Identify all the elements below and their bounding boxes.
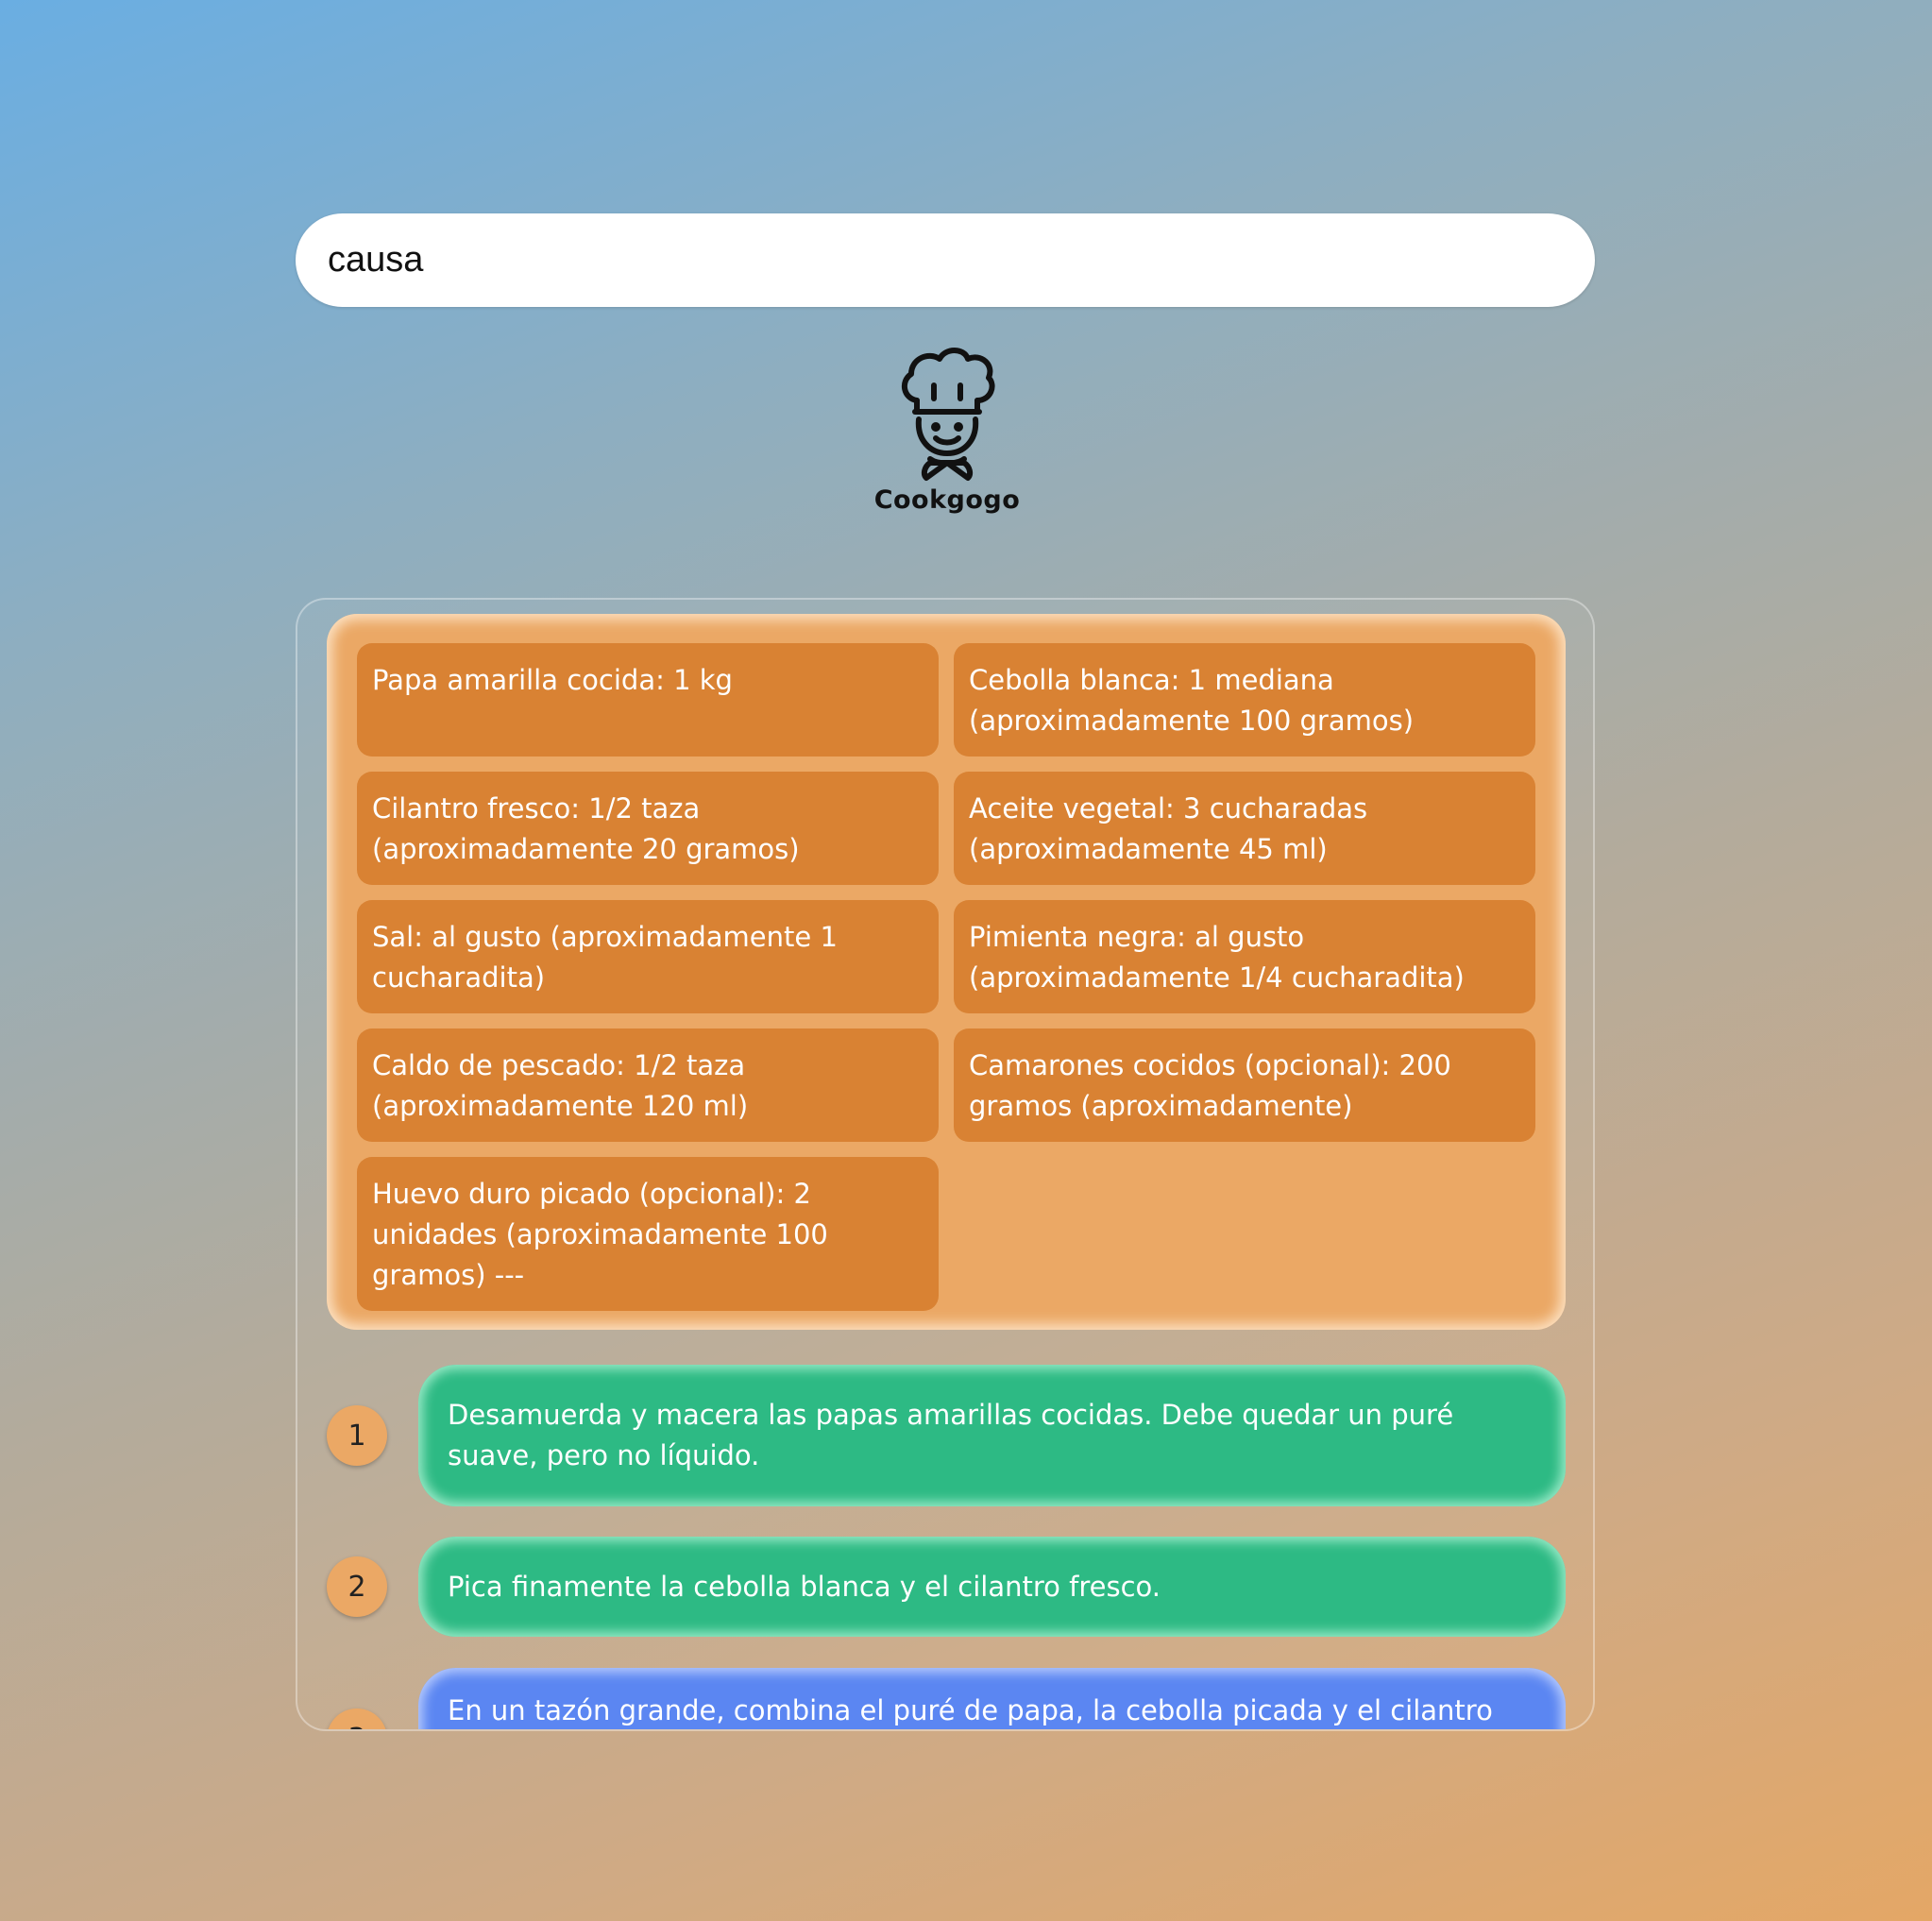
recipe-panel[interactable]: Papa amarilla cocida: 1 kg Cebolla blanc… <box>296 598 1595 1731</box>
logo: Cookgogo <box>867 342 1027 521</box>
step-1[interactable]: 1 Desamuerda y macera las papas amarilla… <box>327 1365 1566 1506</box>
chef-icon <box>901 348 995 481</box>
ingredient-item: Cebolla blanca: 1 mediana (aproximadamen… <box>954 643 1535 756</box>
search-bar[interactable] <box>296 213 1595 307</box>
step-number-badge: 3 <box>327 1708 387 1729</box>
search-input[interactable] <box>326 239 1565 281</box>
ingredient-item: Camarones cocidos (opcional): 200 gramos… <box>954 1028 1535 1142</box>
step-card[interactable]: Pica finamente la cebolla blanca y el ci… <box>418 1537 1566 1637</box>
ingredient-item: Aceite vegetal: 3 cucharadas (aproximada… <box>954 772 1535 885</box>
ingredient-item: Sal: al gusto (aproximadamente 1 cuchara… <box>357 900 939 1013</box>
ingredient-item: Caldo de pescado: 1/2 taza (aproximadame… <box>357 1028 939 1142</box>
step-card[interactable]: En un tazón grande, combina el puré de p… <box>418 1668 1566 1729</box>
step-card[interactable]: Desamuerda y macera las papas amarillas … <box>418 1365 1566 1506</box>
logo-text: Cookgogo <box>873 485 1021 515</box>
step-2[interactable]: 2 Pica finamente la cebolla blanca y el … <box>327 1537 1566 1637</box>
step-3[interactable]: 3 En un tazón grande, combina el puré de… <box>327 1668 1566 1729</box>
step-number-badge: 1 <box>327 1405 387 1466</box>
ingredient-item: Huevo duro picado (opcional): 2 unidades… <box>357 1157 939 1311</box>
ingredients-list: Papa amarilla cocida: 1 kg Cebolla blanc… <box>357 643 1535 1311</box>
ingredient-item: Papa amarilla cocida: 1 kg <box>357 643 939 756</box>
step-number-badge: 2 <box>327 1556 387 1617</box>
ingredient-item: Cilantro fresco: 1/2 taza (aproximadamen… <box>357 772 939 885</box>
ingredients-panel: Papa amarilla cocida: 1 kg Cebolla blanc… <box>327 614 1566 1330</box>
ingredient-item: Pimienta negra: al gusto (aproximadament… <box>954 900 1535 1013</box>
